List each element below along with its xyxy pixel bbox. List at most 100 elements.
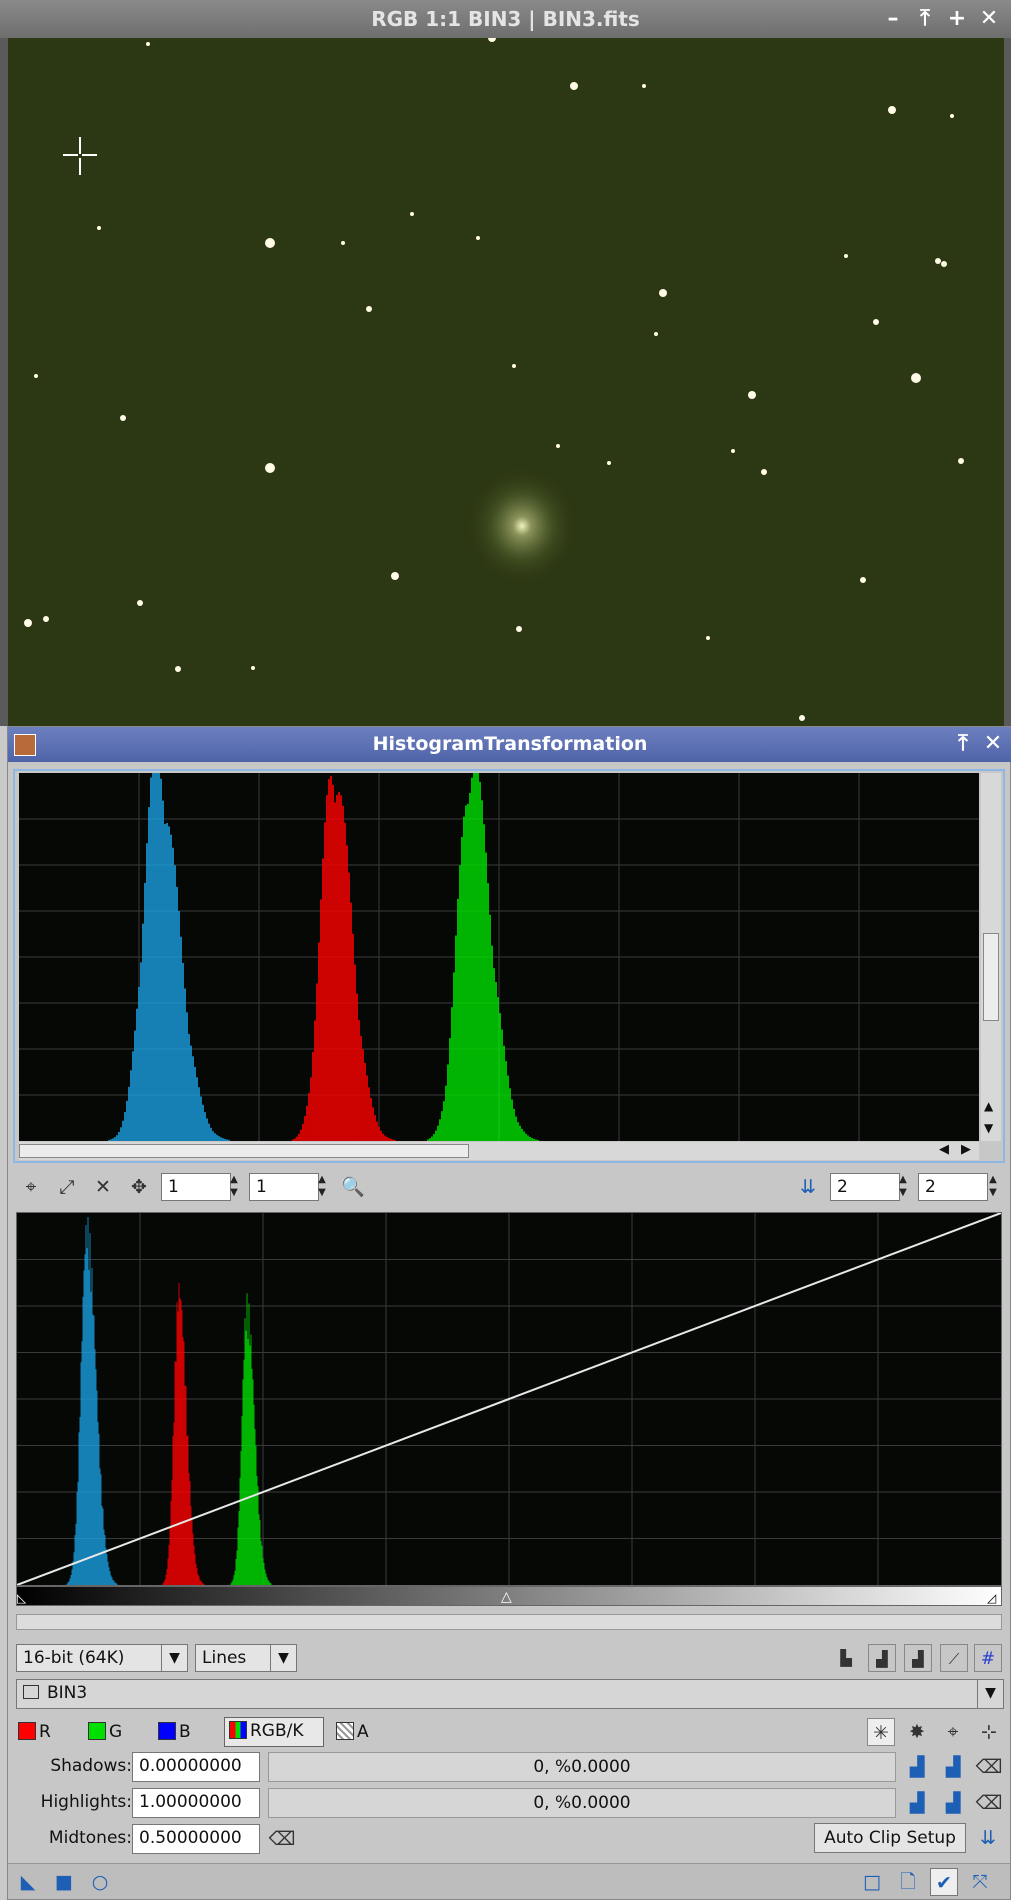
graph-style-select[interactable]: Lines ▼ xyxy=(195,1644,297,1672)
scroll-right-icon[interactable]: ▶ xyxy=(961,1142,971,1157)
red-peak-upper xyxy=(292,775,396,1141)
close-icon[interactable]: ✕ xyxy=(980,731,1006,757)
output-histogram-plot xyxy=(16,1212,1002,1586)
reset-all-icon[interactable]: ⊹ xyxy=(975,1718,1003,1746)
reset-channel-icon[interactable]: ⌖ xyxy=(939,1718,967,1746)
view-select[interactable]: BIN3 ▼ xyxy=(16,1679,1004,1709)
midtones-reset-icon[interactable]: ⌫ xyxy=(268,1825,296,1853)
horizontal-scrollbar[interactable]: ◀ ▶ xyxy=(19,1142,979,1160)
channel-a-label: A xyxy=(357,1722,369,1742)
close-icon[interactable]: ✕ xyxy=(976,6,1002,32)
vertical-scrollbar[interactable]: ▲ ▼ xyxy=(981,773,1001,1141)
ht-titlebar[interactable]: HistogramTransformation ⤒ ✕ xyxy=(8,727,1011,762)
apply-check-icon[interactable]: ✔ xyxy=(930,1868,958,1896)
midtones-label: Midtones: xyxy=(48,1828,132,1848)
highlights-clip-readout: 0, %0.0000 xyxy=(268,1788,896,1818)
output-histogram-icon[interactable]: ▟ xyxy=(904,1644,932,1672)
channel-b-toggle[interactable]: B xyxy=(158,1719,191,1745)
horizontal-zoom-spin[interactable]: ▲ ▼ xyxy=(225,1173,243,1201)
zoom-reset-icon[interactable]: 🔍 xyxy=(339,1173,367,1201)
blue-swatch-icon xyxy=(158,1722,176,1740)
shadows-auto-icon[interactable]: ▟ xyxy=(903,1753,931,1781)
resolution-value: 16-bit (64K) xyxy=(23,1648,125,1668)
shadows-label: Shadows: xyxy=(50,1756,132,1776)
channel-a-toggle[interactable]: A xyxy=(336,1719,369,1745)
vertical-zoom-field[interactable]: 1 xyxy=(249,1173,319,1201)
expand-icon[interactable]: ⇊ xyxy=(974,1824,1002,1852)
highlights-handle-icon[interactable]: ◿ xyxy=(987,1591,996,1605)
horizontal-scroll-thumb[interactable] xyxy=(19,1144,469,1158)
green-swatch-icon xyxy=(88,1722,106,1740)
chevron-down-icon: ▼ xyxy=(270,1645,296,1671)
scroll-up-icon[interactable]: ▲ xyxy=(984,1099,993,1113)
channel-r-toggle[interactable]: R xyxy=(18,1719,51,1745)
shadows-handle-icon[interactable]: ◺ xyxy=(17,1591,26,1605)
scroll-down-icon[interactable]: ▼ xyxy=(984,1121,993,1135)
lower-horizontal-zoom-field[interactable]: 2 xyxy=(830,1173,900,1201)
highlights-auto-icon[interactable]: ▟ xyxy=(903,1789,931,1817)
image-view[interactable] xyxy=(8,38,1004,726)
zoom-out-mode-icon[interactable]: ✕ xyxy=(89,1173,117,1201)
channel-rgbk-toggle[interactable]: RGB/K xyxy=(224,1717,324,1747)
lower-vertical-zoom-spin[interactable]: ▲ ▼ xyxy=(984,1173,1002,1201)
maximize-icon[interactable]: + xyxy=(944,6,970,32)
blue-peak-lower xyxy=(66,1217,118,1585)
shadows-field[interactable]: 0.00000000 xyxy=(132,1752,260,1782)
ht-title: HistogramTransformation xyxy=(372,733,648,755)
rejected-histogram-icon[interactable]: ▟ xyxy=(868,1644,896,1672)
channel-g-toggle[interactable]: G xyxy=(88,1719,122,1745)
highlights-label: Highlights: xyxy=(40,1792,132,1812)
pan-mode-icon[interactable]: ⌖ xyxy=(17,1173,45,1201)
transfer-curve-icon[interactable]: ⟋ xyxy=(940,1644,968,1672)
realtime-preview-icon[interactable]: ○ xyxy=(86,1868,114,1896)
red-peak-lower xyxy=(162,1282,205,1585)
lower-horizontal-zoom-spin[interactable]: ▲ ▼ xyxy=(894,1173,912,1201)
auto-zero-shadows-icon[interactable]: ✳ xyxy=(867,1718,895,1746)
minimize-icon[interactable]: – xyxy=(880,6,906,32)
histogram-transformation-window: HistogramTransformation ⤒ ✕ ▲ ▼ ◀ ▶ ⌖ ⤢ … xyxy=(7,726,1011,1900)
move-mode-icon[interactable]: ✥ xyxy=(125,1173,153,1201)
channel-r-label: R xyxy=(39,1722,51,1742)
horizontal-zoom-field[interactable]: 1 xyxy=(161,1173,231,1201)
image-window-titlebar[interactable]: RGB 1:1 BIN3 | BIN3.fits – ⤒ + ✕ xyxy=(0,0,1011,38)
lower-vertical-zoom-field[interactable]: 2 xyxy=(918,1173,988,1201)
auto-clip-setup-button[interactable]: Auto Clip Setup xyxy=(814,1823,966,1853)
vertical-scroll-thumb[interactable] xyxy=(983,933,999,1021)
input-histogram-frame: ▲ ▼ ◀ ▶ xyxy=(13,747,1005,1163)
resolution-select[interactable]: 16-bit (64K) ▼ xyxy=(16,1644,188,1672)
apply-global-icon[interactable]: ■ xyxy=(50,1868,78,1896)
process-icon xyxy=(14,734,36,756)
input-histogram-plot xyxy=(19,747,979,1141)
image-window: RGB 1:1 BIN3 | BIN3.fits – ⤒ + ✕ xyxy=(0,0,1011,726)
reset-icon[interactable]: ⤧ xyxy=(966,1868,994,1896)
transfer-slider[interactable]: ◺ △ ◿ xyxy=(16,1586,1002,1606)
view-value: BIN3 xyxy=(47,1683,88,1703)
midtones-handle-icon[interactable]: △ xyxy=(501,1589,512,1605)
vertical-zoom-spin[interactable]: ▲ ▼ xyxy=(313,1173,331,1201)
input-histogram[interactable] xyxy=(19,747,979,1141)
zoom-in-mode-icon[interactable]: ⤢ xyxy=(53,1173,81,1201)
auto-clip-icon[interactable]: ✸ xyxy=(903,1718,931,1746)
grid-icon[interactable]: # xyxy=(974,1644,1002,1672)
midtones-field[interactable]: 0.50000000 xyxy=(132,1824,260,1854)
shade-icon[interactable]: ⤒ xyxy=(950,731,976,757)
highlights-auto-all-icon[interactable]: ▟ xyxy=(939,1789,967,1817)
shadows-reset-icon[interactable]: ⌫ xyxy=(975,1753,1003,1781)
galaxy xyxy=(464,464,580,588)
shadows-auto-all-icon[interactable]: ▟ xyxy=(939,1753,967,1781)
shade-icon[interactable]: ⤒ xyxy=(912,6,938,32)
new-document-icon[interactable]: 🗋 xyxy=(894,1868,922,1896)
new-instance-icon[interactable]: ◣ xyxy=(14,1868,42,1896)
preview-icon[interactable]: □ xyxy=(858,1868,886,1896)
channel-b-label: B xyxy=(179,1722,191,1742)
alpha-swatch-icon xyxy=(336,1722,354,1740)
expand-down-icon[interactable]: ⇊ xyxy=(794,1173,822,1201)
channel-g-label: G xyxy=(109,1722,123,1742)
image-window-icon xyxy=(23,1685,39,1699)
highlights-field[interactable]: 1.00000000 xyxy=(132,1788,260,1818)
output-histogram[interactable] xyxy=(16,1212,1002,1586)
scroll-left-icon[interactable]: ◀ xyxy=(939,1142,949,1157)
histogram-plot-icon[interactable]: ▙ xyxy=(832,1644,860,1672)
bottom-toolbar: ◣ ■ ○ □ 🗋 ✔ ⤧ xyxy=(8,1863,1010,1899)
highlights-reset-icon[interactable]: ⌫ xyxy=(975,1789,1003,1817)
